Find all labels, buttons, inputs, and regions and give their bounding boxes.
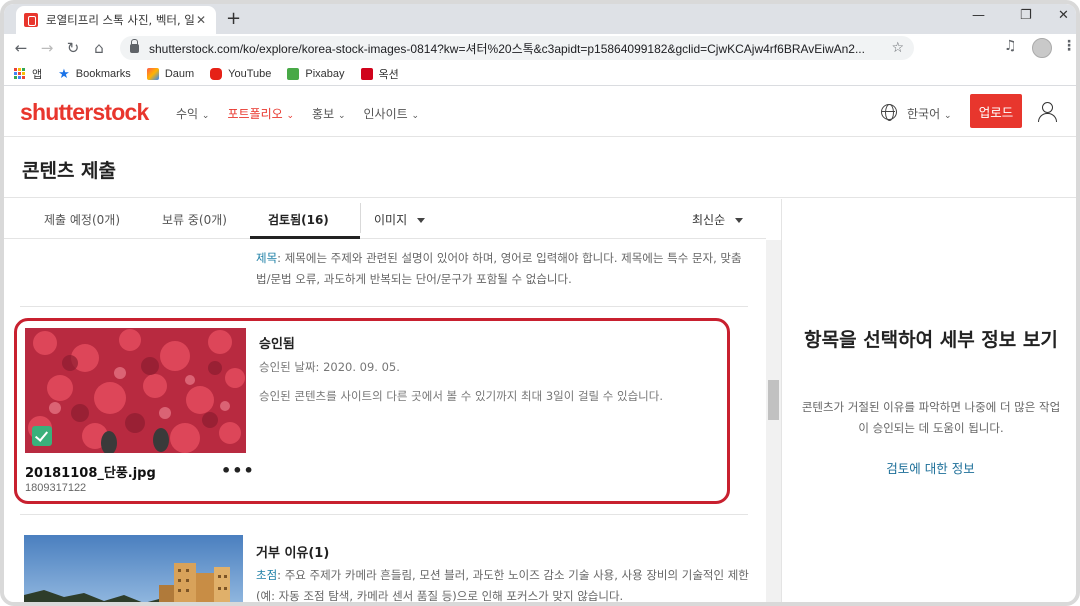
chevron-down-icon: ⌄ <box>286 111 295 121</box>
approved-date: 승인된 날짜: 2020. 09. 05. <box>259 360 400 374</box>
language-selector[interactable]: 한국어 ⌄ <box>907 105 952 122</box>
browser-tab[interactable]: 로열티프리 스톡 사진, 벡터, 일러 ✕ <box>16 6 216 34</box>
nav-portfolio[interactable]: 포트폴리오 ⌄ <box>227 105 294 122</box>
bookmark-youtube[interactable]: YouTube <box>210 67 272 80</box>
menu-kebab-icon[interactable]: ⋮ <box>1062 38 1076 54</box>
main-nav: 수익 ⌄ 포트폴리오 ⌄ 홍보 ⌄ 인사이트 ⌄ <box>176 105 437 122</box>
restore-icon[interactable]: ❐ <box>1020 8 1032 23</box>
back-arrow-icon[interactable]: ← <box>8 39 34 57</box>
caret-down-icon <box>735 218 744 223</box>
scrollbar[interactable] <box>766 240 781 602</box>
bookmark-label: Daum <box>164 67 195 80</box>
address-bar[interactable]: shutterstock.com/ko/explore/korea-stock-… <box>120 36 914 60</box>
nav-insights[interactable]: 인사이트 ⌄ <box>364 105 420 122</box>
bookmarks-bar: 앱 ★ Bookmarks Daum YouTube Pixabay 옥션 <box>4 62 1076 86</box>
rejection-reason-focus: 초점: 주요 주제가 카메라 흔들림, 모션 블러, 과도한 노이즈 감소 기술… <box>256 568 749 603</box>
divider <box>360 203 361 233</box>
youtube-icon <box>210 67 223 80</box>
media-control-icon[interactable]: ♫ <box>1004 38 1017 54</box>
detail-panel: 항목을 선택하여 세부 정보 보기 콘텐츠가 거절된 이유를 파악하면 나중에 … <box>783 199 1076 602</box>
active-tab-indicator <box>250 236 360 239</box>
title-guideline-note: 제목: 제목에는 주제와 관련된 설명이 있어야 하며, 영어로 입력해야 합니… <box>256 251 742 286</box>
bookmark-auction[interactable]: 옥션 <box>360 66 399 82</box>
chevron-down-icon: ⌄ <box>337 111 346 121</box>
new-tab-button[interactable]: + <box>226 8 241 29</box>
bookmark-label: 옥션 <box>378 68 399 81</box>
browser-window: 로열티프리 스톡 사진, 벡터, 일러 ✕ + — ❐ ✕ ← → ↻ ⌂ sh… <box>0 0 1080 606</box>
tab-strip: 로열티프리 스톡 사진, 벡터, 일러 ✕ + — ❐ ✕ <box>4 4 1076 34</box>
chevron-down-icon: ⌄ <box>201 111 210 121</box>
apps-icon <box>14 67 26 80</box>
bookmark-label: Bookmarks <box>75 67 131 80</box>
bookmark-pixabay[interactable]: Pixabay <box>287 67 345 80</box>
browser-toolbar: ← → ↻ ⌂ shutterstock.com/ko/explore/kore… <box>4 34 1076 62</box>
status-tabs: 제출 예정(0개) 보류 중(0개) 검토됨(16) 이미지 최신순 <box>4 199 766 239</box>
bookmark-label: YouTube <box>228 67 272 80</box>
tab-pending-submit[interactable]: 제출 예정(0개) <box>44 211 120 228</box>
tab-title: 로열티프리 스톡 사진, 벡터, 일러 <box>46 13 194 27</box>
shutterstock-logo[interactable]: shutterstock <box>20 99 149 126</box>
results-scroll-area[interactable]: 제목: 제목에는 주제와 관련된 설명이 있어야 하며, 영어로 입력해야 합니… <box>4 240 766 603</box>
bookmark-star-icon[interactable]: ☆ <box>891 40 904 56</box>
reload-icon[interactable]: ↻ <box>60 39 86 57</box>
bookmark-bookmarks[interactable]: ★ Bookmarks <box>58 66 131 82</box>
pixabay-icon <box>287 67 300 80</box>
approved-check-icon <box>32 426 52 446</box>
detail-panel-description: 콘텐츠가 거절된 이유를 파악하면 나중에 더 많은 작업이 승인되는 데 도움… <box>801 400 1061 435</box>
url-text[interactable]: shutterstock.com/ko/explore/korea-stock-… <box>149 40 891 57</box>
bookmark-apps[interactable]: 앱 <box>14 66 42 82</box>
media-type-dropdown[interactable]: 이미지 <box>374 211 426 228</box>
review-info-link[interactable]: 검토에 대한 정보 <box>783 458 1076 477</box>
page-title: 콘텐츠 제출 <box>22 160 117 182</box>
shutterstock-favicon-icon <box>24 13 38 27</box>
caret-down-icon <box>417 218 426 223</box>
chevron-down-icon: ⌄ <box>943 111 952 121</box>
more-options-icon[interactable]: ••• <box>221 461 255 480</box>
scrollbar-thumb[interactable] <box>768 380 779 420</box>
bookmark-daum[interactable]: Daum <box>146 67 195 80</box>
globe-icon[interactable] <box>881 104 897 121</box>
home-icon[interactable]: ⌂ <box>86 39 112 57</box>
bookmark-label: Pixabay <box>305 67 345 80</box>
profile-avatar[interactable] <box>1032 38 1052 58</box>
file-id: 1809317122 <box>25 482 87 494</box>
sort-dropdown[interactable]: 최신순 <box>692 211 744 228</box>
star-icon: ★ <box>58 65 70 81</box>
minimize-icon[interactable]: — <box>972 8 985 23</box>
divider <box>20 514 748 515</box>
forward-arrow-icon[interactable]: → <box>34 39 60 57</box>
upload-button[interactable]: 업로드 <box>970 94 1022 128</box>
site-header: shutterstock 수익 ⌄ 포트폴리오 ⌄ 홍보 ⌄ 인사이트 ⌄ 한국… <box>4 87 1076 137</box>
rejection-reasons-title: 거부 이유(1) <box>256 546 330 561</box>
tab-on-hold[interactable]: 보류 중(0개) <box>162 211 227 228</box>
nav-earnings[interactable]: 수익 ⌄ <box>176 105 209 122</box>
close-window-icon[interactable]: ✕ <box>1058 8 1069 23</box>
file-name: 20181108_단풍.jpg <box>25 466 156 481</box>
page-title-bar: 콘텐츠 제출 <box>4 138 1076 198</box>
submission-list-panel: 제출 예정(0개) 보류 중(0개) 검토됨(16) 이미지 최신순 제목: 제… <box>4 199 782 603</box>
tab-reviewed[interactable]: 검토됨(16) <box>268 211 329 228</box>
chevron-down-icon: ⌄ <box>411 111 420 121</box>
detail-panel-title: 항목을 선택하여 세부 정보 보기 <box>804 329 1058 351</box>
lock-icon <box>130 38 139 53</box>
bookmark-label: 앱 <box>32 68 43 81</box>
nav-promotion[interactable]: 홍보 ⌄ <box>312 105 345 122</box>
city-buildings-thumbnail[interactable] <box>24 535 243 602</box>
daum-icon <box>146 67 159 80</box>
maple-leaves-thumbnail[interactable] <box>25 328 246 453</box>
close-tab-icon[interactable]: ✕ <box>194 13 208 27</box>
divider <box>20 306 748 307</box>
status-title: 승인됨 <box>259 337 295 352</box>
approved-item-card[interactable]: 20181108_단풍.jpg 1809317122 ••• 승인됨 승인된 날… <box>14 318 730 504</box>
user-account-icon[interactable] <box>1036 101 1058 123</box>
approved-message: 승인된 콘텐츠를 사이트의 다른 곳에서 볼 수 있기까지 최대 3일이 걸릴 … <box>259 389 663 403</box>
auction-icon <box>360 67 373 80</box>
